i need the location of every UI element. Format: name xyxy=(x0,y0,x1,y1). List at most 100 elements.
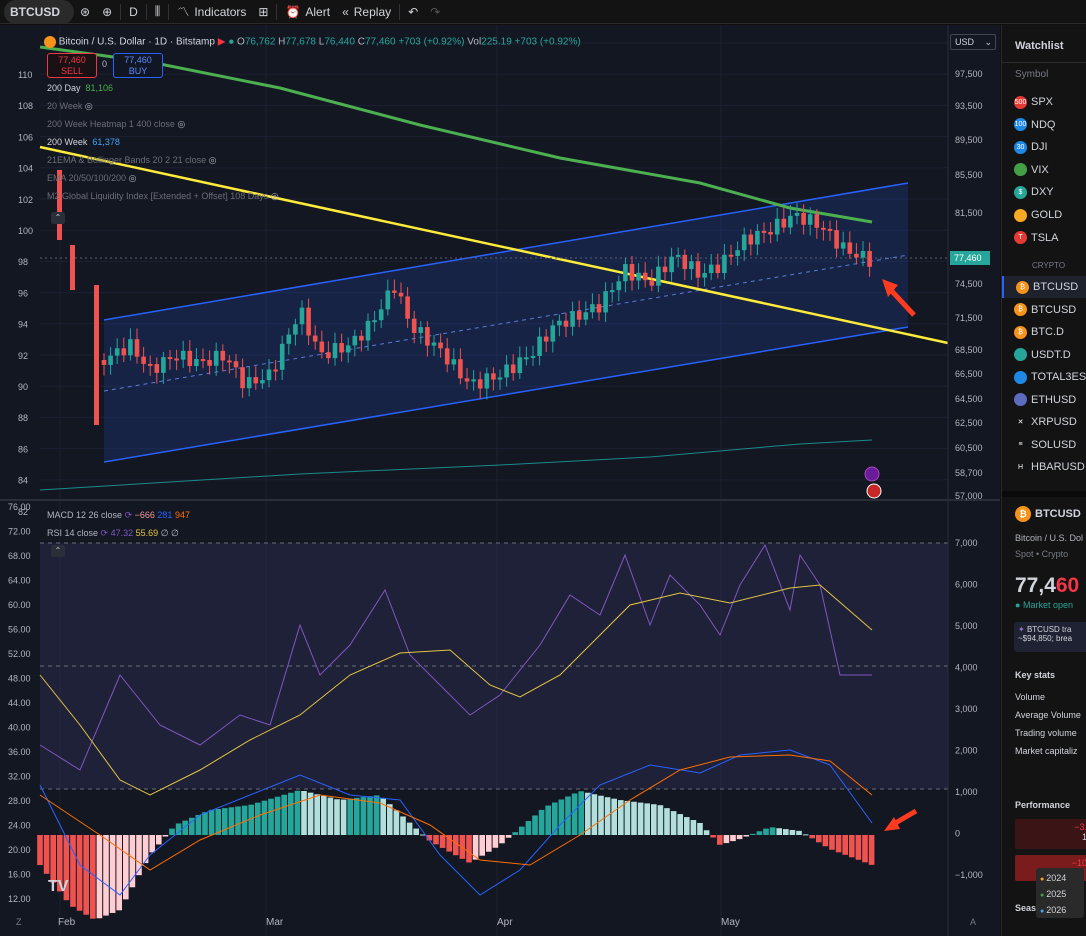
candle[interactable] xyxy=(537,336,542,356)
candle[interactable] xyxy=(702,273,707,278)
candle[interactable] xyxy=(530,355,536,358)
candle[interactable] xyxy=(293,324,298,335)
candle[interactable] xyxy=(266,369,272,381)
flash-event-icon[interactable] xyxy=(864,466,880,482)
candle[interactable] xyxy=(623,264,628,282)
candle[interactable] xyxy=(141,356,146,364)
candle[interactable] xyxy=(768,231,773,235)
candle[interactable] xyxy=(689,261,694,270)
candle[interactable] xyxy=(735,250,740,257)
candle[interactable] xyxy=(180,350,186,360)
candle[interactable] xyxy=(200,359,206,362)
candle[interactable] xyxy=(867,250,872,267)
timezone-icon[interactable]: Z xyxy=(16,917,22,927)
candle[interactable] xyxy=(246,377,252,389)
candle[interactable] xyxy=(596,304,602,313)
compare-add-icon[interactable]: ⊕ xyxy=(96,0,118,24)
candle[interactable] xyxy=(524,357,529,360)
candle[interactable] xyxy=(570,311,575,327)
candle[interactable] xyxy=(675,254,681,257)
candle[interactable] xyxy=(279,343,285,370)
watchlist-item[interactable]: USDT.D xyxy=(1002,344,1086,366)
candle[interactable] xyxy=(649,280,655,286)
candle[interactable] xyxy=(213,350,219,366)
candle[interactable] xyxy=(425,327,430,346)
candle[interactable] xyxy=(695,261,701,278)
candle[interactable] xyxy=(299,307,305,325)
candle[interactable] xyxy=(609,290,615,293)
candle[interactable] xyxy=(431,342,437,346)
sell-button[interactable]: 77,460 SELL xyxy=(47,53,97,78)
indicators-button[interactable]: 〽 Indicators xyxy=(171,0,252,24)
candle[interactable] xyxy=(583,312,589,320)
candle[interactable] xyxy=(392,290,397,293)
candle[interactable] xyxy=(385,290,391,310)
candle-type-icon[interactable]: ⫼ xyxy=(149,0,167,24)
candle[interactable] xyxy=(854,253,859,258)
candle[interactable] xyxy=(510,364,516,374)
candle[interactable] xyxy=(728,254,734,257)
symbol-info-icon[interactable]: ⊛ xyxy=(74,0,96,24)
watchlist-item[interactable]: 30 DJI xyxy=(1002,136,1086,158)
candle[interactable] xyxy=(147,363,153,366)
watchlist-item[interactable]: ₿ BTC.D xyxy=(1002,321,1086,343)
candle[interactable] xyxy=(345,345,351,353)
candle[interactable] xyxy=(233,361,239,368)
candle[interactable] xyxy=(128,339,133,356)
candle[interactable] xyxy=(319,341,325,353)
watchlist-item[interactable]: ₿ BTCUSD xyxy=(1002,276,1086,298)
alert-button[interactable]: ⏰ Alert xyxy=(279,0,336,24)
seasonals-title[interactable]: Seas xyxy=(1015,903,1036,913)
candle[interactable] xyxy=(161,357,166,373)
candle[interactable] xyxy=(378,309,384,321)
candle[interactable] xyxy=(352,335,358,346)
rsi-label[interactable]: RSI 14 close xyxy=(47,528,98,538)
indicator-row[interactable]: M2 Global Liquidity Index [Extended + Of… xyxy=(47,191,279,202)
candle[interactable] xyxy=(253,377,259,384)
watchlist-item[interactable]: T TSLA xyxy=(1002,227,1086,249)
interval-button[interactable]: D xyxy=(123,0,144,24)
performance-title[interactable]: Performance xyxy=(1015,800,1070,810)
watchlist-item[interactable]: GOLD xyxy=(1002,204,1086,226)
candle[interactable] xyxy=(682,254,688,270)
candle[interactable] xyxy=(563,320,569,327)
candle[interactable] xyxy=(497,377,503,380)
currency-select[interactable]: USD ⌄ xyxy=(950,34,996,50)
candle[interactable] xyxy=(312,335,318,342)
candle[interactable] xyxy=(603,291,608,313)
undo-icon[interactable]: ↶ xyxy=(402,0,424,24)
candle[interactable] xyxy=(748,234,754,245)
candle[interactable] xyxy=(411,318,417,333)
watchlist-item[interactable]: H HBARUSD xyxy=(1002,456,1086,478)
buy-button[interactable]: 77,460 BUY xyxy=(113,53,163,78)
candle[interactable] xyxy=(543,336,549,342)
watchlist-column-header[interactable]: Symbol xyxy=(1015,69,1048,80)
candle[interactable] xyxy=(121,348,127,356)
performance-cell[interactable]: −3.1 xyxy=(1015,819,1086,849)
candle[interactable] xyxy=(847,242,853,254)
watchlist-item[interactable]: ₿ BTCUSD xyxy=(1002,299,1086,321)
indicator-row[interactable]: 21EMA & Bollinger Bands 20 2 21 close ◎ xyxy=(47,155,216,166)
collapse-pane-button[interactable]: ⌃ xyxy=(51,545,65,557)
candle[interactable] xyxy=(576,311,582,320)
candle[interactable] xyxy=(70,245,75,290)
candle[interactable] xyxy=(227,360,232,363)
candle[interactable] xyxy=(860,250,866,258)
candle[interactable] xyxy=(154,364,160,373)
macd-label[interactable]: MACD 12 26 close xyxy=(47,510,122,520)
scale-auto-icon[interactable]: A xyxy=(970,917,976,927)
watchlist-item[interactable]: ≡ SOLUSD xyxy=(1002,434,1086,456)
candle[interactable] xyxy=(590,304,595,313)
candle[interactable] xyxy=(134,339,140,357)
trend-channel[interactable] xyxy=(103,182,909,463)
watchlist-item[interactable]: TOTAL3ES xyxy=(1002,366,1086,388)
candle[interactable] xyxy=(359,335,364,341)
watchlist-item[interactable]: ✕ XRPUSD xyxy=(1002,411,1086,433)
candle[interactable] xyxy=(616,281,622,291)
candle[interactable] xyxy=(840,242,846,249)
candle[interactable] xyxy=(438,342,443,349)
eye-hidden-icon[interactable]: ◎ xyxy=(175,119,185,129)
candle[interactable] xyxy=(715,264,721,274)
candle[interactable] xyxy=(629,264,635,281)
indicator-row[interactable]: 20 Week ◎ xyxy=(47,101,93,112)
